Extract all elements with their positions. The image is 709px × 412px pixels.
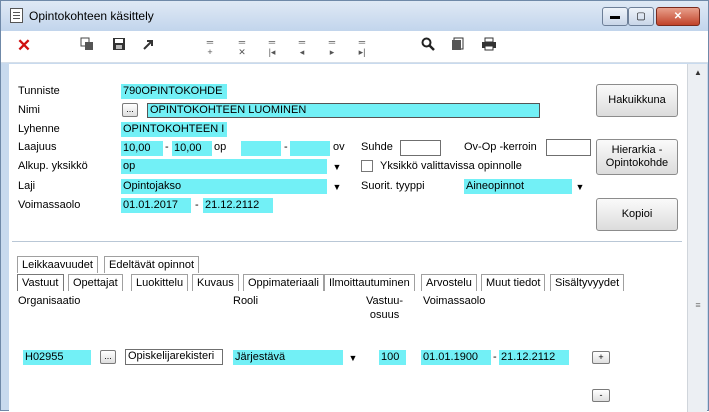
laajuus-label: Laajuus bbox=[18, 141, 57, 153]
nimi-label: Nimi bbox=[18, 104, 40, 116]
scroll-up-icon[interactable]: ▲ bbox=[692, 68, 704, 80]
maximize-button[interactable]: ▢ bbox=[628, 7, 654, 26]
hierarkia-opintokohde-button[interactable]: Hierarkia - Opintokohde bbox=[596, 139, 678, 175]
alkup-yksikko-label: Alkup. yksikkö bbox=[18, 160, 88, 172]
column-vastuu-line1: Vastuu- bbox=[366, 295, 404, 307]
lyhenne-label: Lyhenne bbox=[18, 123, 60, 135]
close-button[interactable]: ✕ bbox=[656, 7, 700, 26]
tabs-panel: Leikkaavuudet Edeltävät opinnot Vastuut … bbox=[12, 241, 682, 412]
suorit-tyyppi-label: Suorit. tyyppi bbox=[361, 180, 425, 192]
tab-sisaltyvyydet[interactable]: Sisältyvyydet bbox=[550, 274, 625, 291]
save-icon[interactable] bbox=[110, 37, 128, 55]
op-unit-label: op bbox=[214, 141, 227, 153]
voimassaolo-start-field[interactable]: 01.01.2017 bbox=[121, 198, 191, 213]
hakuikkuna-button[interactable]: Hakuikkuna bbox=[596, 84, 678, 117]
tab-leikkaavuudet[interactable]: Leikkaavuudet bbox=[17, 256, 98, 273]
alkup-yksikko-dropdown-icon[interactable]: ▼ bbox=[331, 161, 343, 173]
laajuus-separator: - bbox=[165, 141, 169, 153]
column-rooli: Rooli bbox=[233, 295, 259, 307]
voimassaolo-label: Voimassaolo bbox=[18, 199, 81, 211]
laji-label: Laji bbox=[18, 180, 36, 192]
column-organisaatio: Organisaatio bbox=[18, 295, 81, 307]
tab-arvostelu[interactable]: Arvostelu bbox=[421, 274, 477, 291]
scroll-grip-icon[interactable]: ≡ bbox=[694, 301, 702, 314]
row-organisaatio-lookup-button[interactable]: ... bbox=[100, 350, 116, 364]
tab-muut-tiedot[interactable]: Muut tiedot bbox=[481, 274, 546, 291]
tab-opettajat[interactable]: Opettajat bbox=[68, 274, 123, 291]
first-record-icon[interactable]: ═ + bbox=[201, 37, 219, 57]
row-date-separator: - bbox=[493, 351, 497, 363]
voimassaolo-separator: - bbox=[195, 199, 199, 211]
row-vastuu-field[interactable]: 100 bbox=[379, 350, 406, 365]
document-icon[interactable] bbox=[449, 37, 467, 55]
next-icon[interactable]: ═ ▸ bbox=[323, 37, 341, 57]
suorit-tyyppi-select[interactable]: Aineopinnot bbox=[464, 179, 572, 194]
suorit-tyyppi-dropdown-icon[interactable]: ▼ bbox=[574, 181, 586, 193]
print-icon[interactable] bbox=[480, 37, 498, 55]
ovop-kerroin-field[interactable] bbox=[546, 139, 591, 156]
title-bar: Opintokohteen käsittely ▬ ▢ ✕ bbox=[1, 1, 708, 31]
app-icon bbox=[10, 8, 23, 23]
row-end-field[interactable]: 21.12.2112 bbox=[499, 350, 569, 365]
tunniste-label: Tunniste bbox=[18, 85, 60, 97]
laajuus-ov-min-field[interactable] bbox=[241, 141, 281, 156]
export-icon[interactable] bbox=[140, 37, 158, 55]
remove-row-button[interactable]: - bbox=[592, 389, 610, 402]
delete-record-icon[interactable]: ═ ✕ bbox=[233, 37, 251, 57]
laajuus-max-field[interactable]: 10,00 bbox=[172, 141, 212, 156]
vertical-scrollbar[interactable]: ▲ ≡ bbox=[687, 64, 707, 412]
nimi-field[interactable]: OPINTOKOHTEEN LUOMINEN bbox=[147, 103, 540, 118]
alkup-yksikko-select[interactable]: op bbox=[121, 159, 327, 174]
search-icon[interactable] bbox=[419, 37, 437, 55]
tab-edeltavat-opinnot[interactable]: Edeltävät opinnot bbox=[104, 256, 200, 273]
laji-select[interactable]: Opintojakso bbox=[121, 179, 327, 194]
lyhenne-field[interactable]: OPINTOKOHTEEN I bbox=[121, 122, 227, 137]
hierarkia-button-line1: Hierarkia - bbox=[611, 144, 663, 156]
tab-oppimateriaali[interactable]: Oppimateriaali bbox=[243, 274, 324, 291]
ovop-kerroin-label: Ov-Op -kerroin bbox=[464, 141, 537, 153]
ov-unit-label: ov bbox=[333, 141, 345, 153]
toolbar: ✕ ═ + ═ ✕ ═ |◂ ═ ◂ ═ ▸ ═ ▸| bbox=[1, 31, 708, 63]
copy-icon[interactable] bbox=[78, 37, 96, 55]
laajuus-ov-separator: - bbox=[284, 141, 288, 153]
nimi-lookup-button[interactable]: ... bbox=[122, 103, 138, 117]
column-voimassaolo: Voimassaolo bbox=[423, 295, 486, 307]
first-icon[interactable]: ═ |◂ bbox=[263, 37, 281, 57]
laajuus-ov-max-field[interactable] bbox=[290, 141, 330, 156]
yksikko-checkbox-label: Yksikkö valittavissa opinnolle bbox=[380, 160, 522, 172]
add-row-button[interactable]: + bbox=[592, 351, 610, 364]
tab-vastuut[interactable]: Vastuut bbox=[17, 274, 64, 291]
laajuus-min-field[interactable]: 10,00 bbox=[121, 141, 163, 156]
suhde-field[interactable] bbox=[400, 140, 441, 156]
suhde-label: Suhde bbox=[361, 141, 393, 153]
row-organisaatio-field[interactable]: H02955 bbox=[23, 350, 91, 365]
window-title: Opintokohteen käsittely bbox=[29, 9, 154, 23]
row-rooli-dropdown-icon[interactable]: ▼ bbox=[347, 352, 359, 364]
last-icon[interactable]: ═ ▸| bbox=[353, 37, 371, 57]
row-start-field[interactable]: 01.01.1900 bbox=[421, 350, 491, 365]
main-window: Opintokohteen käsittely ▬ ▢ ✕ ✕ ═ + ═ ✕ ═ |… bbox=[0, 0, 709, 412]
tunniste-field[interactable]: 790OPINTOKOHDE bbox=[121, 84, 227, 99]
tab-ilmoittautuminen[interactable]: Ilmoittautuminen bbox=[324, 274, 415, 291]
hierarkia-button-line2: Opintokohde bbox=[605, 157, 669, 169]
row-organisaatio-name-field[interactable]: Opiskelijarekisteri bbox=[125, 349, 223, 365]
tab-kuvaus[interactable]: Kuvaus bbox=[192, 274, 239, 291]
laji-dropdown-icon[interactable]: ▼ bbox=[331, 181, 343, 193]
previous-icon[interactable]: ═ ◂ bbox=[293, 37, 311, 57]
minimize-button[interactable]: ▬ bbox=[602, 7, 628, 26]
row-rooli-select[interactable]: Järjestävä bbox=[233, 350, 343, 365]
kopioi-button[interactable]: Kopioi bbox=[596, 198, 678, 231]
yksikko-checkbox[interactable] bbox=[361, 160, 373, 172]
voimassaolo-end-field[interactable]: 21.12.2112 bbox=[203, 198, 273, 213]
delete-icon[interactable]: ✕ bbox=[15, 37, 33, 55]
column-vastuuosuus: Vastuu- osuus bbox=[366, 294, 403, 322]
column-vastuu-line2: osuus bbox=[369, 309, 400, 321]
tab-luokittelu[interactable]: Luokittelu bbox=[131, 274, 189, 291]
